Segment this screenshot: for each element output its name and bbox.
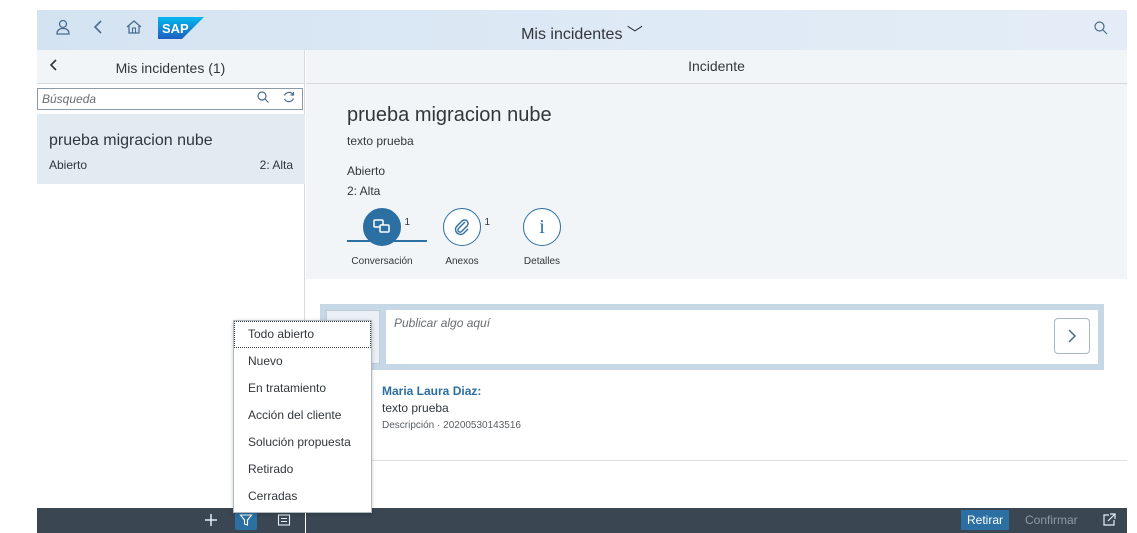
info-icon: i — [523, 208, 561, 246]
shell-bar: SAP Mis incidentes ﹀ — [37, 10, 1127, 50]
confirmar-button[interactable]: Confirmar — [1021, 510, 1082, 530]
post-meta: Descripción · 20200530143516 — [382, 420, 521, 431]
refresh-icon[interactable] — [282, 90, 296, 107]
menu-item-cerradas[interactable]: Cerradas — [234, 483, 371, 510]
shell-title-text: Mis incidentes — [521, 26, 623, 43]
search-icon[interactable] — [256, 90, 270, 107]
detail-header: Incidente — [306, 50, 1127, 84]
feed-post: Maria Laura Diaz: texto prueba Descripci… — [382, 384, 521, 431]
filter-icon[interactable] — [235, 510, 257, 530]
list-item-title: prueba migracion nube — [49, 132, 213, 149]
add-icon[interactable] — [200, 510, 222, 530]
back-icon[interactable] — [87, 18, 111, 42]
object-subtitle: texto prueba — [347, 134, 414, 148]
user-icon[interactable] — [51, 18, 75, 42]
object-header: prueba migracion nube texto prueba Abier… — [306, 84, 1127, 279]
search-placeholder: Búsqueda — [42, 92, 97, 106]
list-item-priority: 2: Alta — [259, 158, 293, 172]
sap-logo[interactable]: SAP — [158, 17, 204, 39]
detail-footer: Retirar Confirmar — [306, 508, 1127, 533]
tab-label: Conversación — [351, 256, 413, 267]
menu-item-accion-del-cliente[interactable]: Acción del cliente — [234, 402, 371, 429]
group-icon[interactable] — [273, 510, 295, 530]
feed-placeholder: Publicar algo aquí — [394, 316, 491, 330]
master-title: Mis incidentes (1) — [115, 60, 226, 76]
menu-item-todo-abierto[interactable]: Todo abierto — [234, 321, 371, 348]
master-header: Mis incidentes (1) — [37, 50, 304, 84]
search-input[interactable]: Búsqueda — [37, 88, 303, 110]
post-button[interactable] — [1054, 318, 1090, 354]
app-window: SAP Mis incidentes ﹀ Mis incidentes (1) … — [37, 10, 1127, 533]
feed-input[interactable]: Publicar algo aquí — [386, 310, 1098, 364]
divider — [306, 460, 1127, 461]
tab-selection-indicator — [347, 240, 427, 242]
tab-count: 1 — [404, 217, 410, 228]
tab-details[interactable]: i Detalles — [507, 208, 577, 268]
feed-input-area: Publicar algo aquí — [320, 304, 1104, 370]
svg-text:SAP: SAP — [162, 21, 189, 36]
shell-title-button[interactable]: Mis incidentes ﹀ — [521, 26, 643, 43]
share-icon[interactable] — [1099, 510, 1119, 530]
tab-label: Detalles — [523, 256, 561, 267]
menu-item-solucion-propuesta[interactable]: Solución propuesta — [234, 429, 371, 456]
attachment-icon: 1 — [443, 208, 490, 246]
post-author[interactable]: Maria Laura Diaz: — [382, 384, 521, 398]
detail-pane: Incidente prueba migracion nube texto pr… — [306, 50, 1127, 508]
object-title: prueba migracion nube — [347, 104, 552, 126]
retirar-button[interactable]: Retirar — [961, 510, 1010, 530]
search-icon[interactable] — [1089, 18, 1113, 42]
menu-item-en-tratamiento[interactable]: En tratamiento — [234, 375, 371, 402]
list-item-status: Abierto — [49, 158, 88, 172]
menu-item-nuevo[interactable]: Nuevo — [234, 348, 371, 375]
home-icon[interactable] — [122, 18, 146, 42]
tab-conversation[interactable]: 1 Conversación — [347, 208, 417, 268]
filter-menu: Todo abierto Nuevo En tratamiento Acción… — [233, 320, 372, 513]
menu-item-retirado[interactable]: Retirado — [234, 456, 371, 483]
post-text: texto prueba — [382, 401, 449, 415]
list-item[interactable]: prueba migracion nube Abierto 2: Alta — [37, 114, 305, 184]
object-status: Abierto — [347, 164, 386, 178]
tab-attachments[interactable]: 1 Anexos — [427, 208, 497, 268]
object-priority: 2: Alta — [347, 184, 381, 198]
chevron-down-icon: ﹀ — [626, 26, 643, 43]
tab-count: 1 — [484, 217, 490, 228]
tab-label: Anexos — [445, 256, 479, 267]
